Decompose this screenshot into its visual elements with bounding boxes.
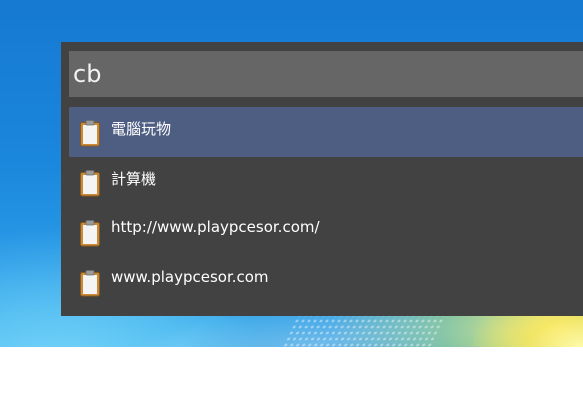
clipboard-icon bbox=[79, 119, 101, 147]
search-input[interactable]: cb bbox=[69, 51, 583, 97]
results-list: 電腦玩物 計算機 http://www.playpcesor.com/ www.… bbox=[69, 107, 583, 307]
result-item[interactable]: 計算機 bbox=[69, 157, 583, 207]
result-label: www.playpcesor.com bbox=[111, 268, 269, 286]
clipboard-icon bbox=[79, 219, 101, 247]
result-item[interactable]: www.playpcesor.com bbox=[69, 257, 583, 307]
result-label: 電腦玩物 bbox=[111, 120, 172, 138]
result-label: 計算機 bbox=[111, 170, 157, 188]
wallpaper-dot-pattern bbox=[281, 312, 449, 347]
result-label: http://www.playpcesor.com/ bbox=[111, 218, 320, 236]
search-query-text: cb bbox=[73, 60, 102, 88]
result-item[interactable]: 電腦玩物 bbox=[69, 107, 583, 157]
clipboard-icon bbox=[79, 269, 101, 297]
result-item[interactable]: http://www.playpcesor.com/ bbox=[69, 207, 583, 257]
launcher-panel: cb 電腦玩物 計算機 http://www.playpcesor.com/ w… bbox=[61, 42, 583, 316]
clipboard-icon bbox=[79, 169, 101, 197]
